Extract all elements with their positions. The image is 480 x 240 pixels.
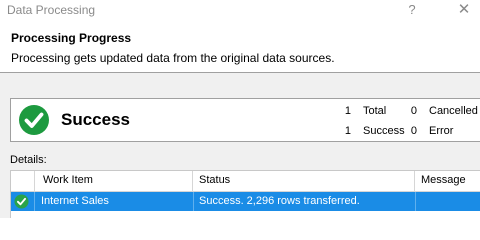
status-summary-panel: Success 1 Total 0 Cancelled 1 Success 0 … xyxy=(10,98,480,142)
details-grid[interactable]: Work Item Status Message Internet Sales … xyxy=(10,170,480,218)
status-label: Success xyxy=(61,110,130,129)
cancelled-label: Cancelled xyxy=(429,105,478,117)
header-panel: Processing Progress Processing gets upda… xyxy=(0,22,480,72)
error-label: Error xyxy=(429,125,454,137)
success-label: Success xyxy=(363,125,405,137)
check-circle-icon xyxy=(14,194,29,209)
column-header-status[interactable]: Status xyxy=(193,171,415,191)
column-header-work-item[interactable]: Work Item xyxy=(35,171,193,191)
body-area: Success 1 Total 0 Cancelled 1 Success 0 … xyxy=(0,73,480,218)
title-bar: Data Processing ? ✕ xyxy=(0,0,480,22)
cancelled-count: 0 xyxy=(410,105,417,117)
success-count: 1 xyxy=(344,125,351,137)
grid-header: Work Item Status Message xyxy=(11,171,480,192)
work-item-cell: Internet Sales xyxy=(41,195,109,207)
window-title: Data Processing xyxy=(7,3,96,17)
column-header-icon[interactable] xyxy=(11,171,35,191)
check-circle-icon xyxy=(19,105,49,135)
total-label: Total xyxy=(363,105,387,117)
table-row[interactable]: Internet Sales Success. 2,296 rows trans… xyxy=(11,192,480,211)
column-header-message[interactable]: Message xyxy=(415,171,480,191)
page-title: Processing Progress xyxy=(11,31,132,45)
details-label: Details: xyxy=(10,154,47,166)
message-cell xyxy=(415,192,480,211)
close-button[interactable]: ✕ xyxy=(448,0,480,20)
error-count: 0 xyxy=(410,125,417,137)
total-count: 1 xyxy=(344,105,351,117)
status-cell: Success. 2,296 rows transferred. xyxy=(199,195,360,207)
page-description: Processing gets updated data from the or… xyxy=(11,51,335,65)
help-button[interactable]: ? xyxy=(400,0,424,20)
